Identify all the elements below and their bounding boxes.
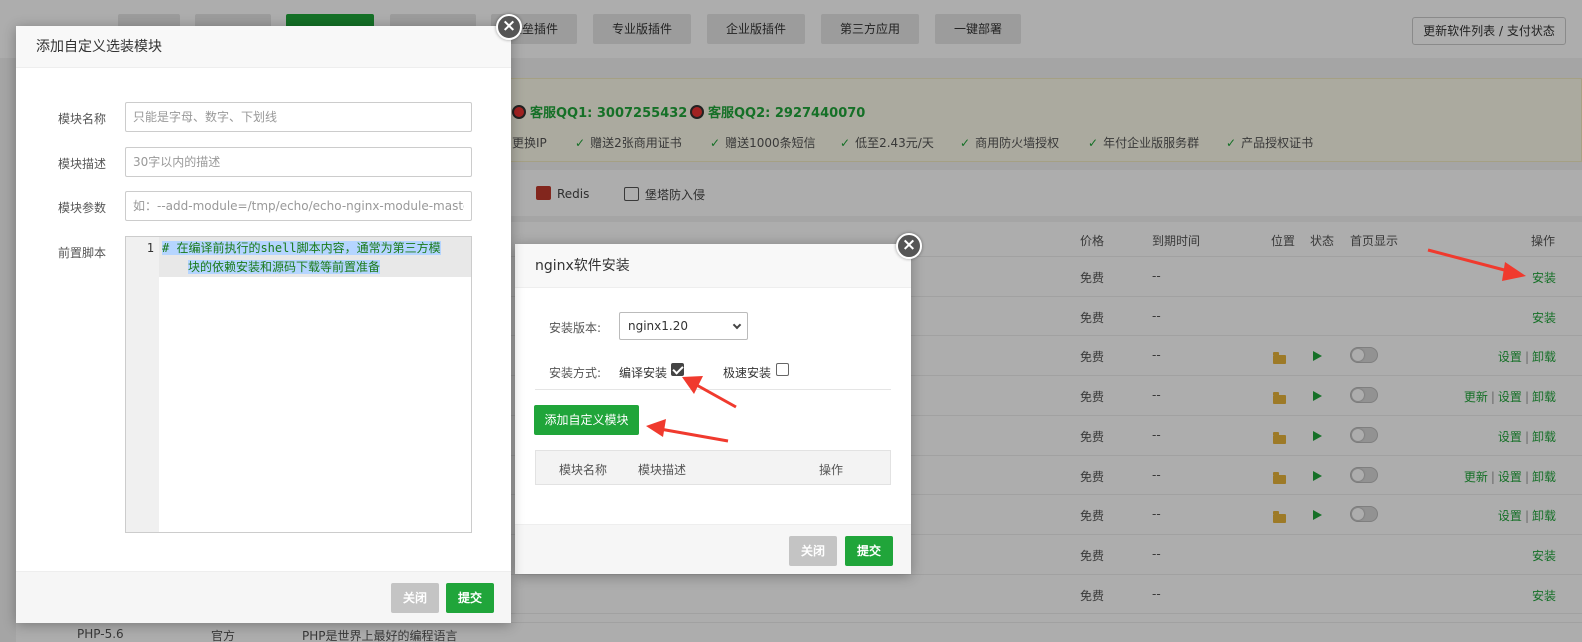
fast-install-label: 极速安装 xyxy=(723,366,772,380)
version-select[interactable]: nginx1.20 xyxy=(619,312,748,340)
line-number: 1 xyxy=(146,241,154,255)
chevron-down-icon xyxy=(732,320,742,330)
module-desc-input[interactable] xyxy=(125,147,472,177)
divider xyxy=(535,389,891,390)
close-button[interactable]: 关闭 xyxy=(391,583,439,613)
submit-button[interactable]: 提交 xyxy=(845,536,893,566)
version-value: nginx1.20 xyxy=(628,319,688,333)
dialog-footer: 关闭 提交 xyxy=(16,571,511,623)
close-icon[interactable]: × xyxy=(496,14,522,40)
editor-gutter: 1 xyxy=(126,237,159,532)
dialog-title: nginx软件安装 xyxy=(515,244,911,288)
module-params-input[interactable] xyxy=(125,191,472,221)
submit-button[interactable]: 提交 xyxy=(446,583,494,613)
module-params-label: 模块参数 xyxy=(58,201,107,215)
editor-code[interactable]: # 在编译前执行的shell脚本内容，通常为第三方模 块的依赖安装和源码下载等前… xyxy=(162,239,468,277)
compile-install-label: 编译安装 xyxy=(619,366,668,380)
col-module-actions: 操作 xyxy=(819,463,844,477)
module-name-input[interactable] xyxy=(125,102,472,132)
fast-install-checkbox[interactable] xyxy=(776,363,789,376)
pre-script-editor[interactable]: 1 # 在编译前执行的shell脚本内容，通常为第三方模 块的依赖安装和源码下载… xyxy=(125,236,472,533)
col-module-desc: 模块描述 xyxy=(638,463,687,477)
close-button[interactable]: 关闭 xyxy=(789,536,837,566)
dialog-footer: 关闭 提交 xyxy=(515,524,911,574)
custom-module-dialog: 添加自定义选装模块 模块名称 模块描述 模块参数 前置脚本 1 # 在编译前执行… xyxy=(16,26,511,623)
module-name-label: 模块名称 xyxy=(58,112,107,126)
pre-script-label: 前置脚本 xyxy=(58,246,107,260)
module-table: 模块名称 模块描述 操作 xyxy=(535,450,891,485)
compile-install-checkbox[interactable] xyxy=(671,363,684,376)
col-module-name: 模块名称 xyxy=(559,463,608,477)
dialog-title: 添加自定义选装模块 xyxy=(16,26,511,68)
method-label: 安装方式: xyxy=(549,366,602,380)
nginx-install-dialog: nginx软件安装 安装版本: nginx1.20 安装方式: 编译安装 极速安… xyxy=(515,244,911,574)
code-line: 块的依赖安装和源码下载等前置准备 xyxy=(188,260,381,274)
module-desc-label: 模块描述 xyxy=(58,157,107,171)
version-label: 安装版本: xyxy=(549,321,602,335)
code-line: # 在编译前执行的shell脚本内容，通常为第三方模 xyxy=(162,241,441,255)
add-custom-module-button[interactable]: 添加自定义模块 xyxy=(534,405,639,435)
close-icon[interactable]: × xyxy=(896,233,922,259)
